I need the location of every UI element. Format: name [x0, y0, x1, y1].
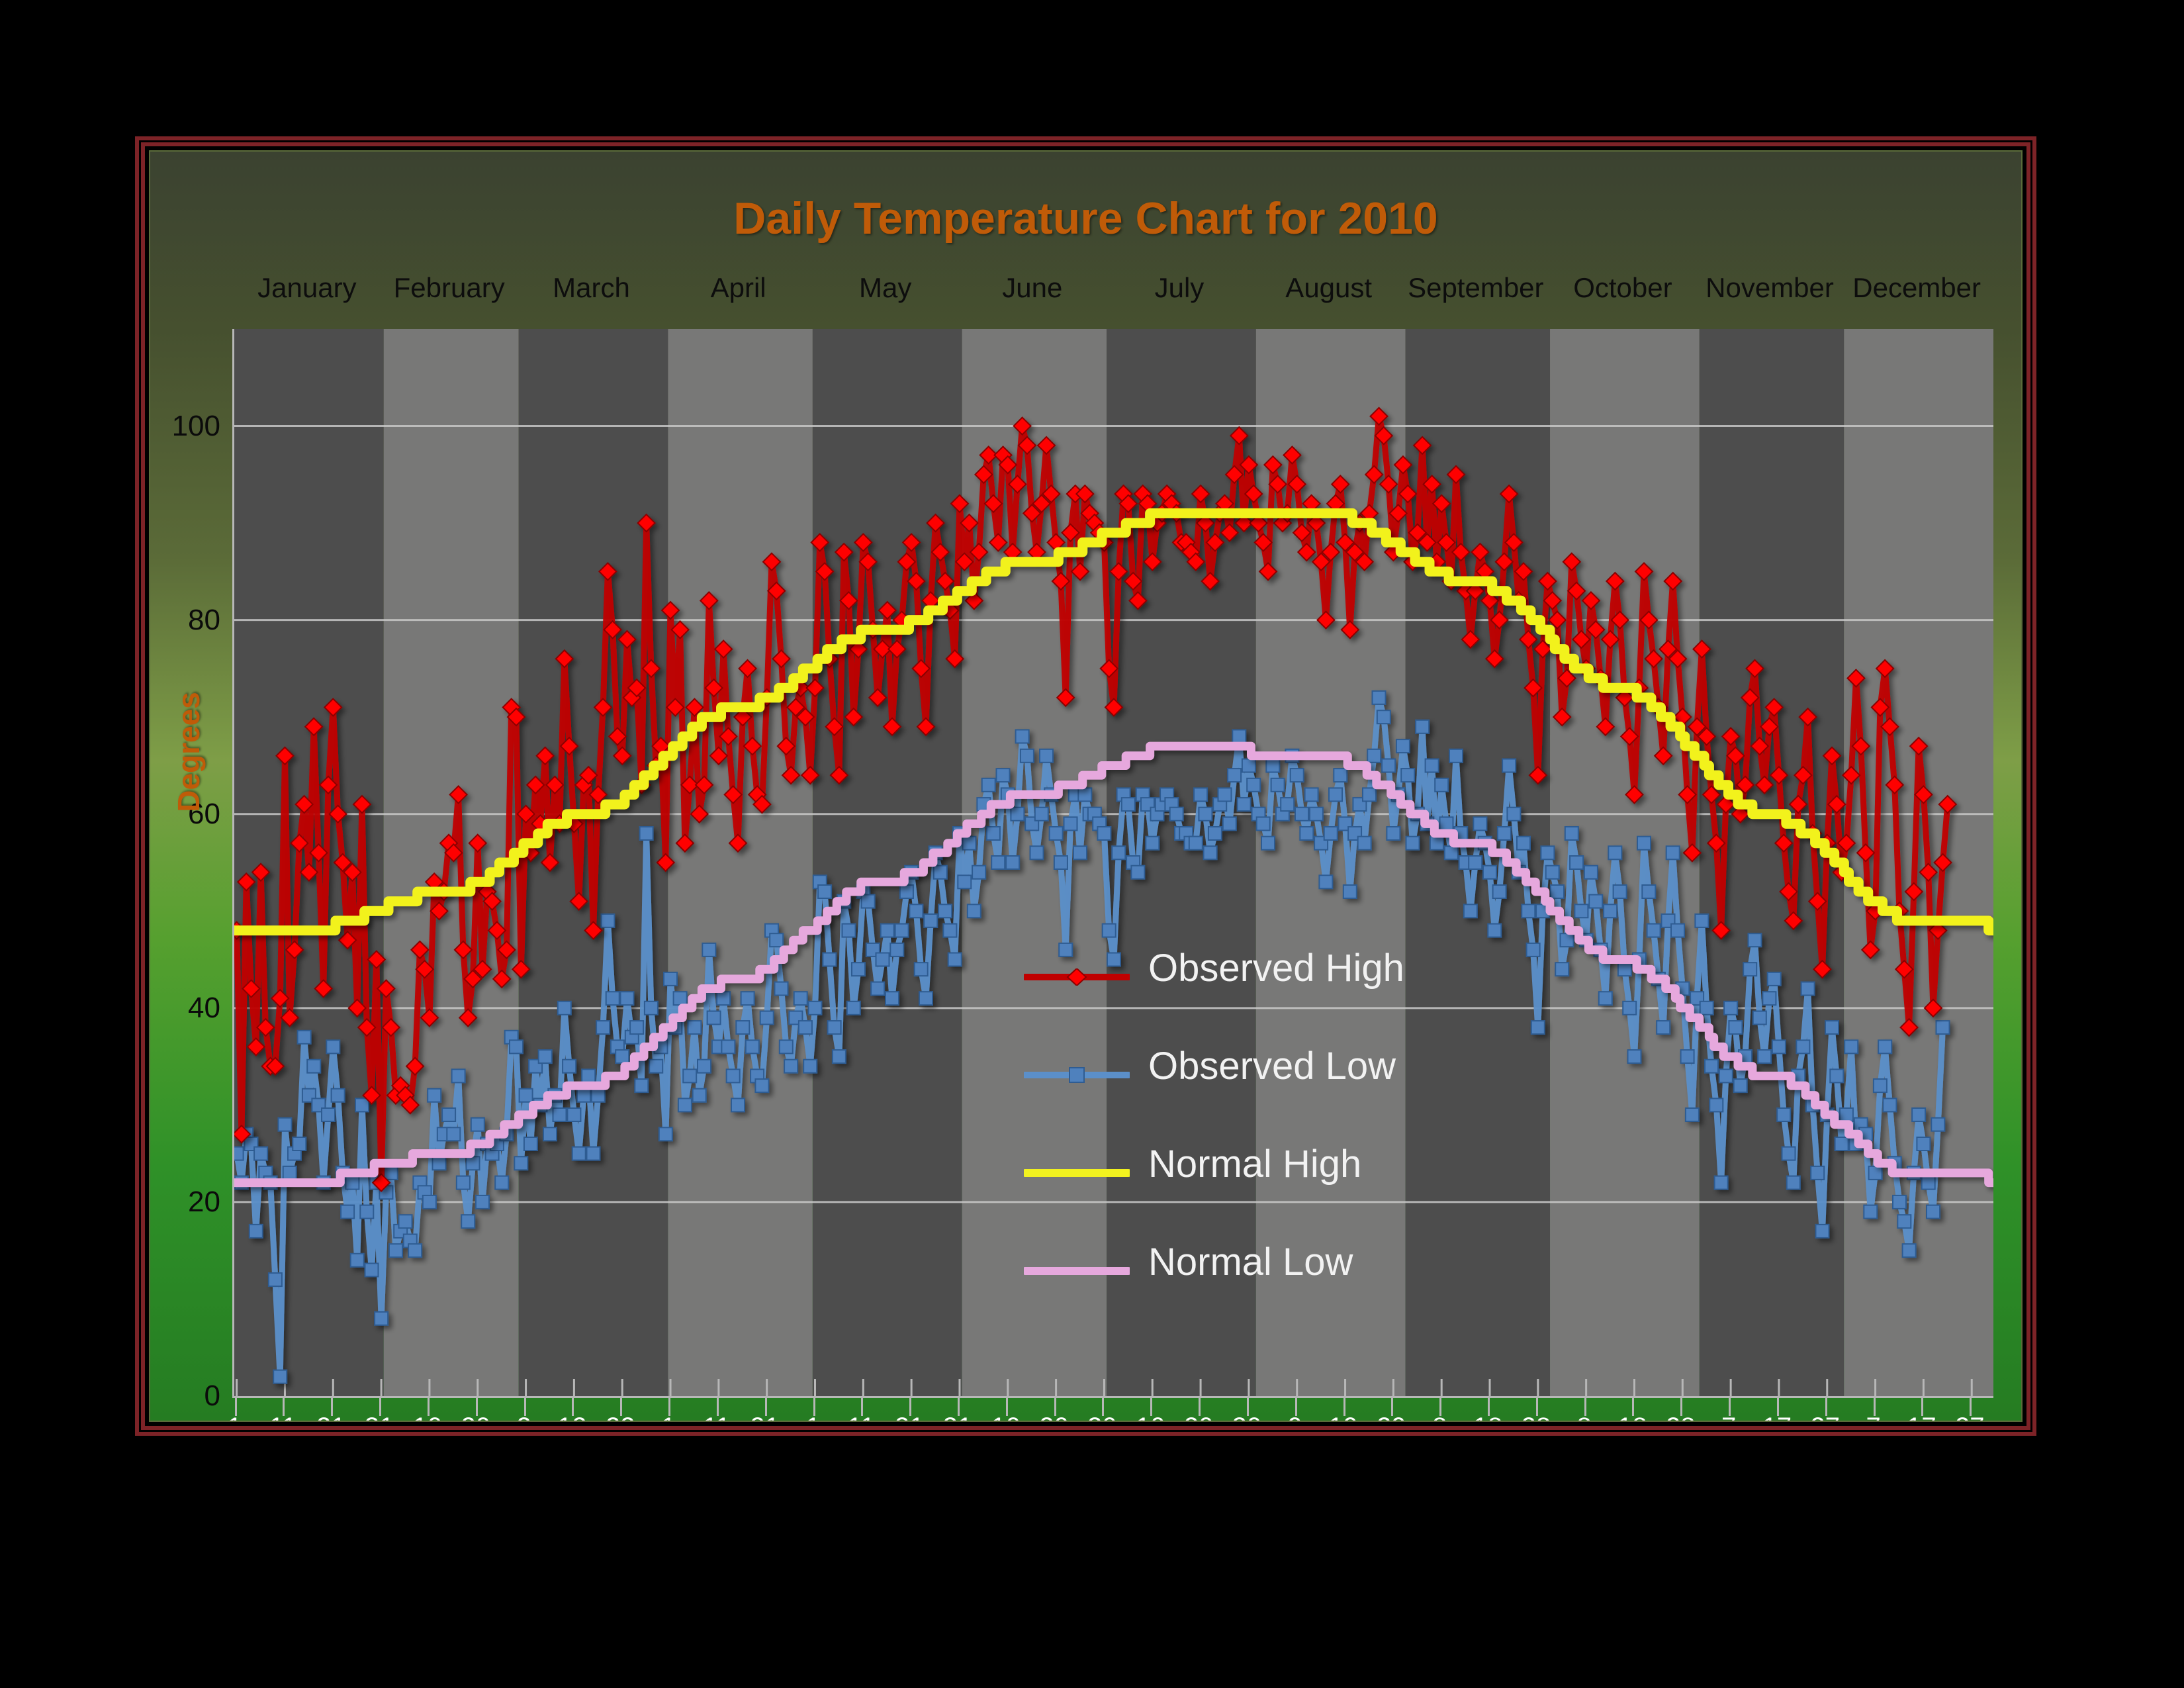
month-label-february: February: [393, 272, 505, 303]
x-tick-mark: [1295, 1396, 1297, 1416]
legend-label: Observed Low: [1148, 1045, 1396, 1088]
x-tick-mark: [1825, 1396, 1827, 1416]
x-tick-mark: [668, 1396, 671, 1416]
x-tick-mark: [1680, 1396, 1683, 1416]
legend-item[interactable]: Observed High: [1022, 946, 1434, 1044]
x-tick-mark: [1391, 1396, 1394, 1416]
month-label-january: January: [257, 272, 357, 303]
legend-swatch-none-icon: [1021, 1164, 1132, 1182]
x-tick-mark: [1970, 1396, 1972, 1416]
legend-label: Normal High: [1148, 1143, 1362, 1186]
y-tick-80: 80: [188, 603, 220, 636]
x-tick-mark: [331, 1396, 334, 1416]
x-tick-mark: [1199, 1396, 1201, 1416]
x-tick-mark: [764, 1396, 767, 1416]
x-tick-mark: [909, 1396, 912, 1416]
month-label-august: August: [1285, 272, 1373, 303]
x-tick-mark: [475, 1396, 478, 1416]
x-tick-mark: [1246, 1396, 1249, 1416]
x-tick-mark: [1584, 1396, 1586, 1416]
y-tick-0: 0: [204, 1380, 220, 1412]
y-axis-title: Degrees: [171, 692, 206, 812]
x-tick-mark: [1488, 1396, 1490, 1416]
month-label-may: May: [859, 272, 912, 303]
x-tick-mark: [813, 1396, 815, 1416]
month-label-july: July: [1154, 272, 1205, 303]
x-tick-mark: [572, 1396, 574, 1416]
x-tick-mark: [620, 1396, 623, 1416]
x-tick-mark: [1054, 1396, 1056, 1416]
x-tick-mark: [716, 1396, 719, 1416]
x-tick-mark: [1439, 1396, 1442, 1416]
legend-swatch-none-icon: [1021, 1262, 1132, 1280]
legend-label: Observed High: [1148, 947, 1404, 990]
x-tick-mark: [1343, 1396, 1345, 1416]
chart-plaque: Daily Temperature Chart for 2010 January…: [149, 150, 2023, 1422]
chart-legend: Observed High Observed Low Normal High Norm…: [1021, 946, 1434, 1338]
legend-item[interactable]: Normal Low: [1021, 1240, 1434, 1338]
y-tick-40: 40: [188, 991, 220, 1024]
x-tick-mark: [861, 1396, 864, 1416]
x-tick-mark: [1005, 1396, 1008, 1416]
x-tick-mark: [1729, 1396, 1731, 1416]
x-tick-mark: [283, 1396, 285, 1416]
legend-label: Normal Low: [1148, 1241, 1353, 1284]
month-label-december: December: [1852, 272, 1981, 303]
x-tick-mark: [1150, 1396, 1153, 1416]
month-label-october: October: [1573, 272, 1672, 303]
x-tick-mark: [234, 1396, 237, 1416]
chart-frame: Daily Temperature Chart for 2010 January…: [141, 142, 2030, 1430]
x-tick-mark: [427, 1396, 430, 1416]
x-tick-mark: [523, 1396, 526, 1416]
x-tick-mark: [1921, 1396, 1924, 1416]
legend-item[interactable]: Normal High: [1021, 1142, 1434, 1240]
x-tick-mark: [1632, 1396, 1635, 1416]
y-tick-20: 20: [188, 1185, 220, 1218]
x-tick-mark: [1535, 1396, 1538, 1416]
month-header-row: January February March April May June July Augu…: [232, 272, 1991, 306]
x-tick-mark: [1776, 1396, 1779, 1416]
chart-title: Daily Temperature Chart for 2010: [733, 193, 1438, 244]
x-tick-mark: [379, 1396, 382, 1416]
month-label-november: November: [1706, 272, 1834, 303]
x-axis-tick-labels: 1112131102021222111211112131102030102030…: [228, 1413, 1991, 1421]
x-tick-mark: [1102, 1396, 1105, 1416]
month-label-june: June: [1002, 272, 1063, 303]
month-label-september: September: [1408, 272, 1544, 303]
legend-swatch-square-icon: [1022, 1066, 1132, 1084]
x-tick-mark: [957, 1396, 960, 1416]
legend-item[interactable]: Observed Low: [1022, 1044, 1434, 1142]
month-label-march: March: [553, 272, 630, 303]
x-tick-mark: [1873, 1396, 1876, 1416]
y-tick-100: 100: [171, 409, 220, 442]
legend-swatch-diamond-icon: [1022, 967, 1132, 987]
month-label-april: April: [710, 272, 766, 303]
